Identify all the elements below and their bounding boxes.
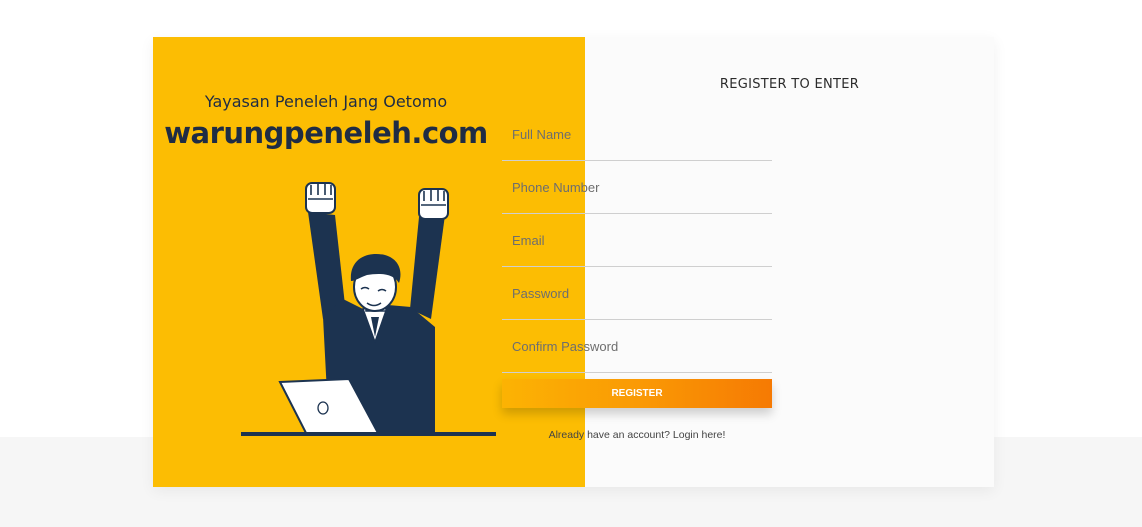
phone-number-field[interactable] (502, 161, 772, 214)
register-button[interactable]: REGISTER (502, 379, 772, 408)
login-link[interactable]: Already have an account? Login here! (502, 429, 772, 441)
password-input[interactable] (502, 267, 772, 319)
email-field[interactable] (502, 214, 772, 267)
confirm-password-field[interactable] (502, 320, 772, 373)
phone-number-input[interactable] (502, 161, 772, 213)
full-name-input[interactable] (502, 108, 772, 160)
full-name-field[interactable] (502, 108, 772, 161)
email-input[interactable] (502, 214, 772, 266)
password-field[interactable] (502, 267, 772, 320)
confirm-password-input[interactable] (502, 320, 772, 372)
form-title: REGISTER TO ENTER (719, 77, 860, 92)
